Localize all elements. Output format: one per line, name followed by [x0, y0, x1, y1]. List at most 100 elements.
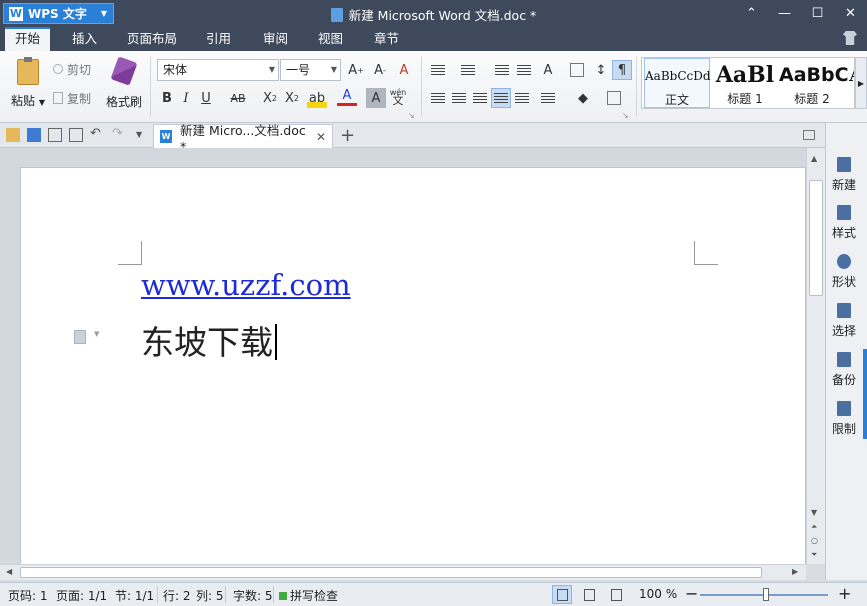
new-tab-button[interactable]: + [340, 125, 355, 146]
vertical-scrollbar[interactable]: ▲ ▼ ⏶ ○ ⏷ [806, 148, 825, 564]
subscript-button[interactable]: X2 [282, 88, 302, 108]
status-word-count[interactable]: 字数: 5 [233, 587, 273, 604]
align-right-icon[interactable] [470, 88, 490, 108]
paste-button[interactable]: 粘贴 ▼ [8, 57, 48, 109]
task-backup[interactable]: 备份 [826, 352, 862, 388]
show-marks-icon[interactable]: ¶ [612, 60, 632, 80]
distributed-align-icon[interactable] [512, 88, 532, 108]
scroll-right-icon[interactable]: ▶ [792, 567, 798, 576]
collapse-ribbon-button[interactable]: ⌃ [735, 0, 768, 27]
scroll-down-icon[interactable]: ▼ [811, 508, 817, 517]
zoom-level[interactable]: 100 % [639, 587, 677, 601]
task-select[interactable]: 选择 [826, 303, 862, 339]
style-heading-3[interactable]: A [846, 58, 854, 108]
increase-indent-icon[interactable] [514, 60, 534, 80]
superscript-button[interactable]: X2 [260, 88, 280, 108]
style-heading-2[interactable]: AaBbC 标题 2 [779, 58, 849, 108]
line-spacing-icon[interactable] [538, 88, 558, 108]
task-new[interactable]: 新建 [826, 157, 862, 193]
table-grid-icon[interactable] [570, 63, 584, 77]
page-view-button[interactable] [552, 585, 572, 604]
scroll-up-icon[interactable]: ▲ [811, 154, 817, 163]
zoom-out-button[interactable]: − [685, 584, 698, 603]
format-painter-button[interactable]: 格式刷 [104, 56, 144, 110]
spell-check-toggle[interactable]: 拼写检查 [279, 587, 338, 604]
maximize-button[interactable]: ☐ [801, 0, 834, 27]
tab-chapter[interactable]: 章节 [364, 27, 409, 51]
paragraph-dialog-launcher-icon[interactable]: ↘ [622, 111, 629, 120]
zoom-slider-thumb[interactable] [763, 588, 769, 601]
body-text[interactable]: 东坡下载 [141, 316, 277, 364]
task-pane-expand-handle[interactable] [863, 349, 867, 439]
text-direction-icon[interactable]: A [538, 60, 558, 80]
close-button[interactable]: ✕ [834, 0, 867, 27]
zoom-in-button[interactable]: + [838, 584, 851, 603]
font-name-select[interactable]: 宋体 ▼ [157, 59, 279, 81]
align-left-icon[interactable] [428, 88, 448, 108]
undo-icon[interactable]: ↶ [90, 126, 104, 141]
font-dialog-launcher-icon[interactable]: ↘ [408, 111, 415, 120]
horizontal-scroll-thumb[interactable] [20, 567, 762, 578]
style-normal[interactable]: AaBbCcDd 正文 [644, 58, 711, 108]
sort-icon[interactable]: ↕ [591, 60, 611, 80]
prev-page-icon[interactable]: ⏶ [811, 522, 817, 532]
paragraph-handle-icon[interactable] [74, 330, 86, 344]
bullet-list-icon[interactable] [428, 60, 448, 80]
tab-references[interactable]: 引用 [196, 27, 241, 51]
style-gallery-more-button[interactable]: ▶ [855, 57, 867, 109]
status-page-code[interactable]: 页码: 1 [8, 587, 48, 604]
web-view-button[interactable] [606, 585, 626, 604]
char-shading-icon[interactable]: A [366, 88, 386, 108]
shrink-font-button[interactable]: A- [370, 60, 390, 80]
style-heading-1[interactable]: AaBl 标题 1 [712, 58, 778, 108]
tab-view[interactable]: 视图 [308, 27, 353, 51]
customize-toolbar-icon[interactable]: ▼ [136, 130, 150, 144]
outline-view-button[interactable] [579, 585, 599, 604]
tab-insert[interactable]: 插入 [62, 27, 107, 51]
clear-format-icon[interactable]: A [394, 60, 414, 80]
vertical-scroll-thumb[interactable] [809, 180, 823, 296]
borders-icon[interactable] [607, 91, 621, 105]
print-icon[interactable] [48, 128, 62, 142]
pinyin-guide-button[interactable]: wén 文 [388, 87, 408, 107]
align-center-icon[interactable] [449, 88, 469, 108]
shading-fill-icon[interactable]: ◆ [573, 88, 593, 108]
save-icon[interactable] [27, 128, 41, 142]
horizontal-scrollbar[interactable]: ◀ ▶ [0, 564, 806, 580]
print-preview-icon[interactable] [69, 128, 83, 142]
app-menu-button[interactable]: W WPS 文字 ▼ [3, 3, 114, 24]
font-size-select[interactable]: 一号 ▼ [280, 59, 341, 81]
grow-font-button[interactable]: A + [346, 60, 366, 80]
clipboard-icon [17, 57, 39, 85]
redo-icon[interactable]: ↷ [112, 126, 126, 141]
tab-home[interactable]: 开始 [5, 27, 51, 51]
open-folder-icon[interactable] [6, 128, 20, 142]
underline-button[interactable]: U [196, 88, 216, 108]
copy-button[interactable]: 复制 [53, 89, 91, 107]
font-color-icon[interactable]: A [337, 88, 357, 106]
tab-list-icon[interactable] [803, 130, 815, 140]
next-page-icon[interactable]: ⏷ [811, 550, 817, 560]
highlight-icon[interactable]: ab [307, 88, 327, 108]
decrease-indent-icon[interactable] [492, 60, 512, 80]
justify-icon[interactable] [491, 88, 511, 108]
strikethrough-button[interactable]: AB [226, 88, 250, 108]
tab-review[interactable]: 审阅 [253, 27, 298, 51]
task-restrict[interactable]: 限制 [826, 401, 862, 437]
document-page[interactable]: www.uzzf.com 东坡下载 ▼ [20, 167, 806, 564]
minimize-button[interactable]: — [768, 0, 801, 27]
browse-object-icon[interactable]: ○ [811, 536, 818, 545]
cut-button[interactable]: 剪切 [53, 60, 91, 78]
close-tab-icon[interactable]: ✕ [316, 130, 326, 144]
tab-page-layout[interactable]: 页面布局 [117, 27, 187, 51]
task-shape[interactable]: 形状 [826, 254, 862, 290]
hyperlink-text[interactable]: www.uzzf.com [141, 268, 351, 302]
bold-button[interactable]: B [157, 88, 177, 108]
numbered-list-icon[interactable] [458, 60, 478, 80]
paragraph-handle-dropdown-icon[interactable]: ▼ [94, 330, 99, 338]
italic-button[interactable]: I [176, 88, 196, 108]
document-tab[interactable]: W 新建 Micro...文档.doc * ✕ [153, 123, 333, 154]
task-style[interactable]: 样式 [826, 205, 862, 241]
skin-icon[interactable] [843, 31, 857, 45]
scroll-left-icon[interactable]: ◀ [6, 567, 12, 576]
